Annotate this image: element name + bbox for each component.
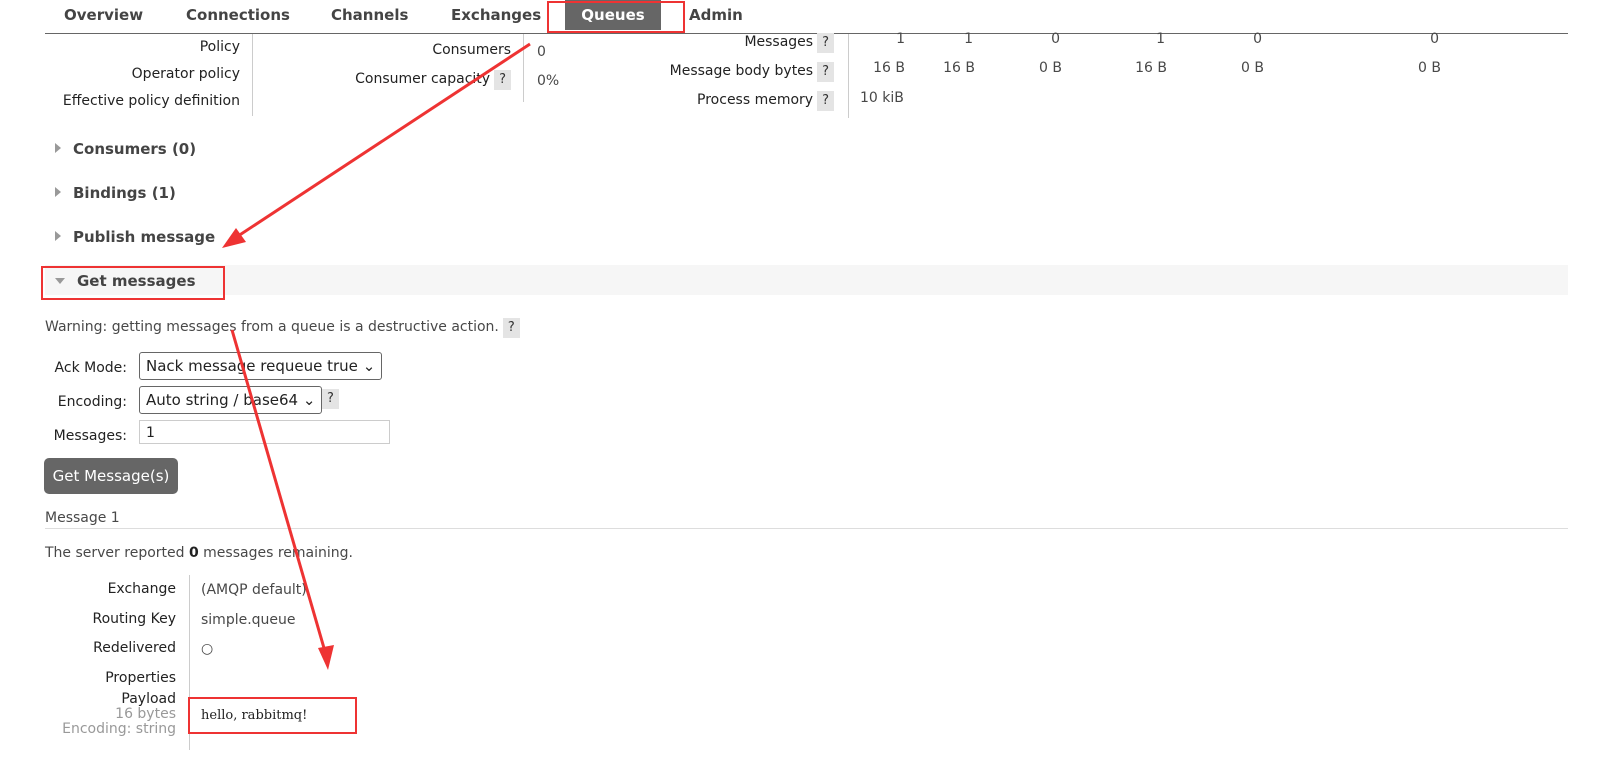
arrow-head — [222, 228, 246, 248]
arrow-line — [231, 42, 531, 242]
arrow-head — [318, 645, 334, 670]
annotation-arrows — [222, 42, 531, 670]
arrow-line — [230, 329, 328, 656]
